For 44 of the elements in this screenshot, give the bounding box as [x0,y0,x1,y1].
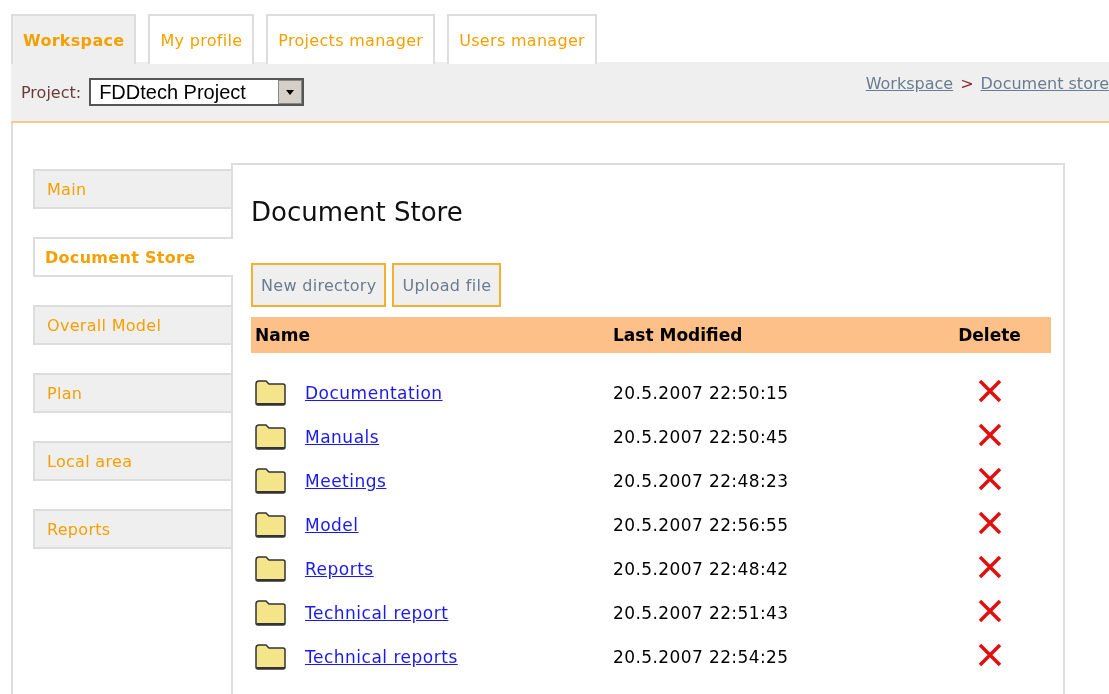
table-cell-text: 20.5.2007 22:50:45 [612,426,790,449]
table-cell-text: 20.5.2007 22:56:55 [612,514,790,537]
project-label: Project: [21,82,82,102]
nav-tab[interactable]: Projects manager [266,14,436,64]
dropdown-arrow-icon [286,89,295,95]
page-title: Document Store [251,197,464,227]
folder-link[interactable]: Reports [305,559,374,579]
column-header: Last Modified [609,317,929,353]
table-cell-text: 20.5.2007 22:48:23 [612,470,790,493]
delete-icon[interactable] [976,378,1003,404]
delete-icon[interactable] [976,510,1003,536]
delete-icon[interactable] [976,466,1003,492]
table-cell-text: 20.5.2007 22:54:25 [612,646,790,669]
toolbar-button[interactable]: New directory [251,263,387,307]
folder-link[interactable]: Manuals [305,427,380,447]
delete-icon[interactable] [976,422,1003,448]
column-header: Name [251,317,609,353]
folder-icon [255,512,287,538]
table-cell-text: 20.5.2007 22:48:42 [612,558,790,581]
folder-icon [255,380,287,406]
folder-link[interactable]: Technical report [305,603,449,623]
table-cell-text: 20.5.2007 22:51:43 [612,602,790,625]
folder-link[interactable]: Meetings [305,471,387,491]
sidebar-item[interactable]: Document Store [33,237,233,277]
folder-link[interactable]: Model [305,515,359,535]
folder-link[interactable]: Technical reports [305,647,458,667]
breadcrumb-link[interactable]: Document store [980,74,1109,93]
folder-icon [255,600,287,626]
delete-icon[interactable] [976,554,1003,580]
table-cell: 20.5.2007 22:50:15 [609,353,929,415]
project-select[interactable]: FDDtech Project [89,78,305,106]
breadcrumb-separator: > [960,74,974,93]
folder-icon [255,556,287,582]
column-header: Delete [928,317,1051,353]
folder-icon [255,424,287,450]
nav-tab[interactable]: Users manager [447,14,597,64]
folder-icon [255,468,287,494]
nav-tab[interactable]: My profile [148,14,255,64]
folder-link[interactable]: Documentation [305,383,443,403]
breadcrumb-link[interactable]: Workspace [865,74,954,93]
delete-icon[interactable] [976,642,1003,668]
delete-icon[interactable] [976,598,1003,624]
toolbar-button[interactable]: Upload file [392,263,502,307]
folder-icon [255,644,287,670]
